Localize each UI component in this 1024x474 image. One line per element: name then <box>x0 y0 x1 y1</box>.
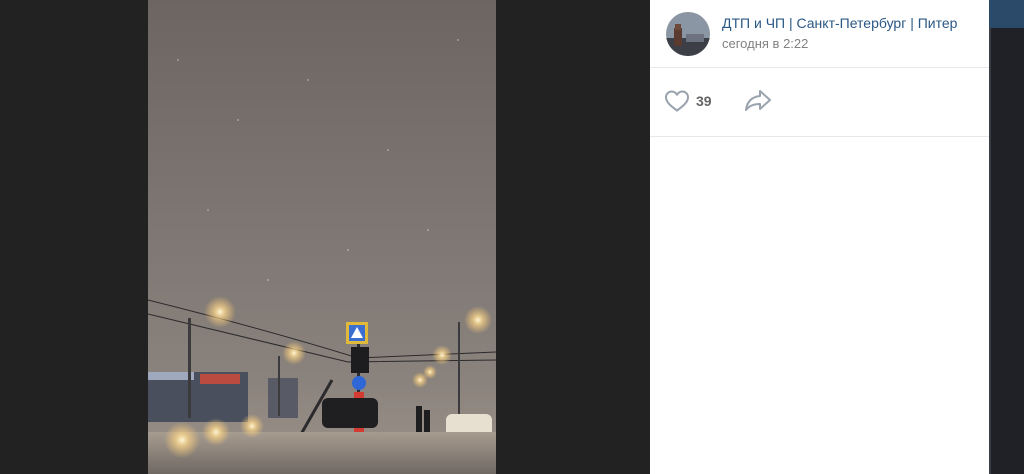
page-divider <box>989 28 991 474</box>
post-timestamp[interactable]: сегодня в 2:22 <box>722 36 808 51</box>
like-button[interactable]: 39 <box>664 88 712 114</box>
post-side-panel: ДТП и ЧП | Санкт-Петербург | Питер сегод… <box>650 0 989 474</box>
avatar-image <box>666 12 710 56</box>
post-header: ДТП и ЧП | Санкт-Петербург | Питер сегод… <box>650 0 989 68</box>
photo-stage[interactable] <box>0 0 650 474</box>
heart-icon <box>664 90 690 112</box>
post-actions: 39 <box>650 68 989 137</box>
photo-viewer: ДТП и ЧП | Санкт-Петербург | Питер сегод… <box>0 0 1024 474</box>
page-header-edge <box>989 0 1024 28</box>
post-author-link[interactable]: ДТП и ЧП | Санкт-Петербург | Питер <box>722 15 972 31</box>
post-photo[interactable] <box>148 0 496 474</box>
share-arrow-icon <box>745 90 771 111</box>
page-behind-edge <box>989 0 1024 474</box>
share-button[interactable] <box>744 87 772 118</box>
like-count: 39 <box>696 93 712 109</box>
community-avatar[interactable] <box>666 12 710 56</box>
